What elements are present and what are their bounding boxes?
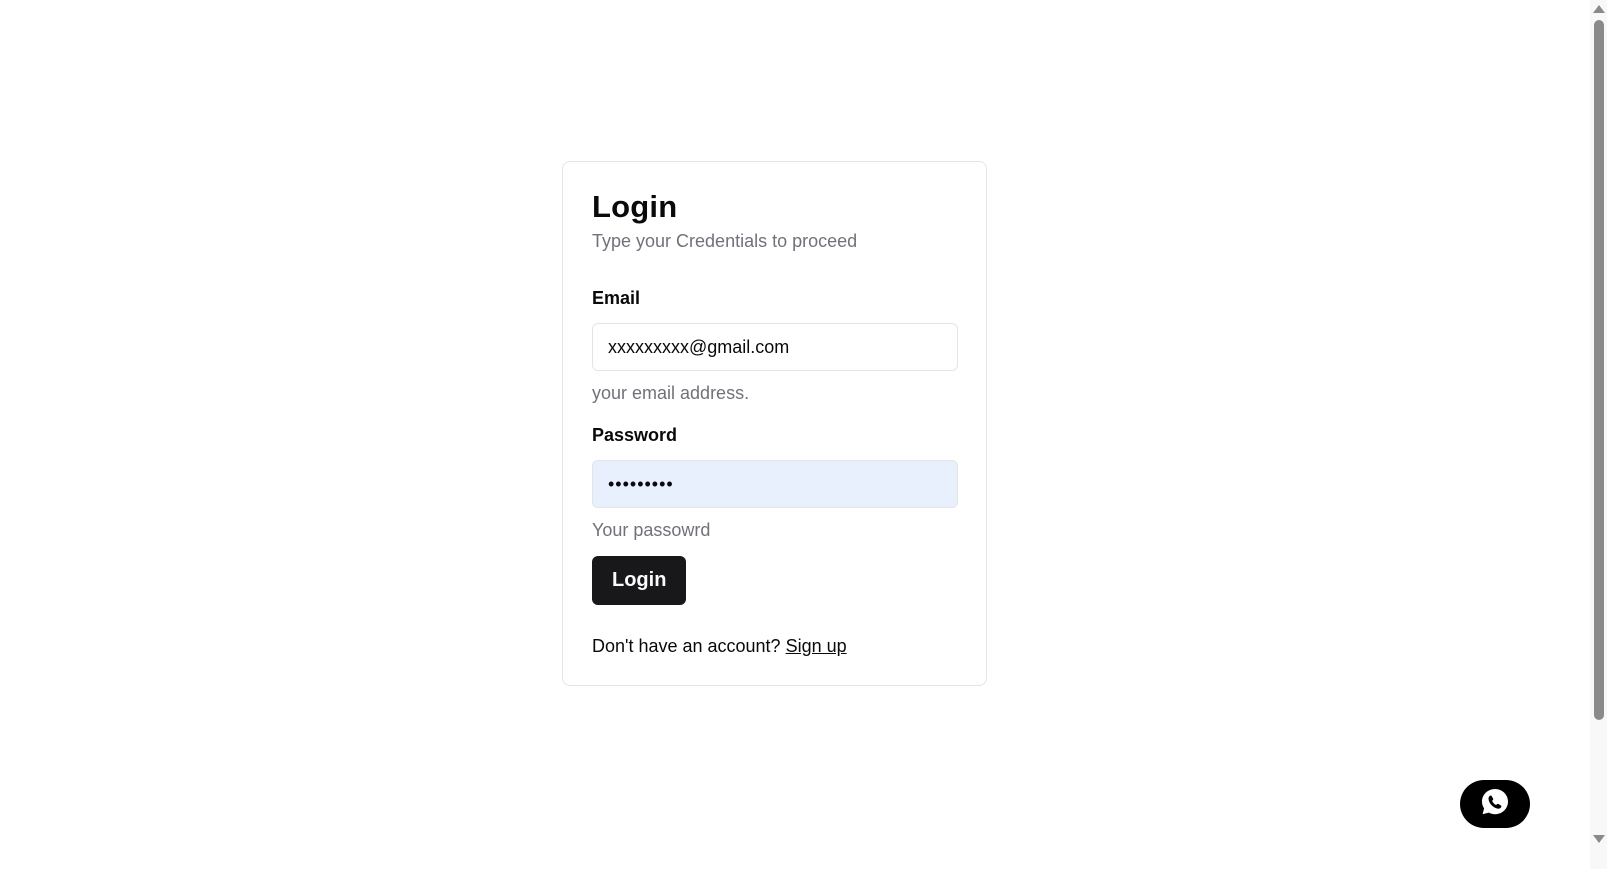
password-field[interactable] xyxy=(592,460,958,508)
login-button[interactable]: Login xyxy=(592,556,687,605)
scroll-up-icon[interactable] xyxy=(1593,5,1605,13)
email-label: Email xyxy=(592,288,641,308)
signup-row: Don't have an account? Sign up xyxy=(592,634,957,658)
signup-prompt: Don't have an account? xyxy=(592,636,781,656)
chat-button[interactable] xyxy=(1460,780,1530,828)
scroll-thumb[interactable] xyxy=(1594,20,1604,720)
login-subtitle: Type your Credentials to proceed xyxy=(592,231,858,251)
scroll-down-icon[interactable] xyxy=(1593,835,1605,843)
signup-link[interactable]: Sign up xyxy=(786,636,847,656)
login-card: Login Type your Credentials to proceed E… xyxy=(562,161,987,686)
page-title: Login xyxy=(592,189,678,224)
password-hint: Your passowrd xyxy=(592,520,711,540)
password-label: Password xyxy=(592,425,678,445)
vertical-scrollbar[interactable] xyxy=(1590,0,1607,869)
email-field[interactable] xyxy=(592,323,958,371)
whatsapp-icon xyxy=(1479,786,1511,823)
email-hint: your email address. xyxy=(592,383,750,403)
page: Login Type your Credentials to proceed E… xyxy=(0,0,1607,869)
